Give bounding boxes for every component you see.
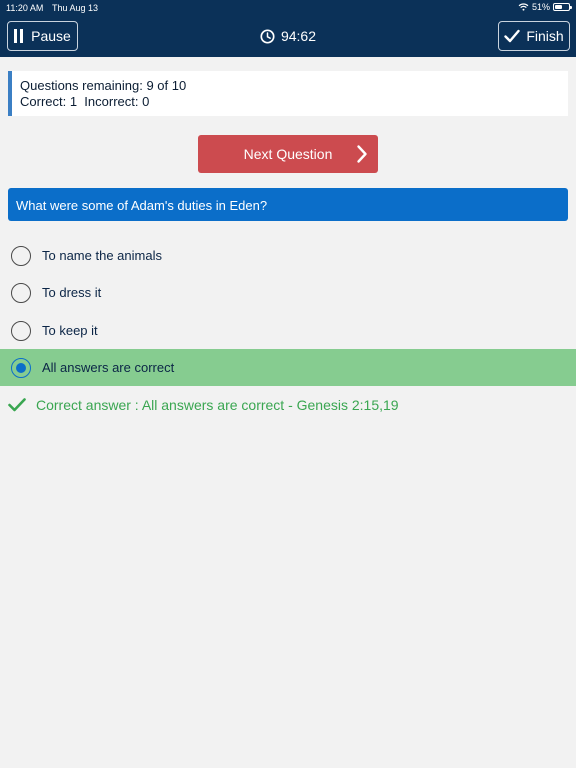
next-question-label: Next Question [243,146,333,162]
battery-icon [553,3,572,11]
radio-button[interactable] [11,246,31,266]
battery-percent: 51% [531,2,550,12]
timer-value: 94:62 [280,28,317,44]
timer: 94:62 [0,28,576,44]
battery-fill [555,5,562,9]
top-bar: 11:20 AM Thu Aug 13 51% Pause 94:62 Fini… [0,0,576,57]
answer-option[interactable]: To name the animals [0,237,576,274]
answer-option[interactable]: All answers are correct [0,349,576,386]
score-summary: Questions remaining: 9 of 10 Correct: 1 … [8,71,568,116]
questions-remaining: Questions remaining: 9 of 10 [20,78,187,93]
answer-label: To dress it [42,285,102,300]
feedback-text: Correct answer : All answers are correct… [36,397,399,413]
clock-icon [260,28,275,44]
status-time: 11:20 AM [6,3,44,13]
chevron-right-icon [357,145,367,163]
answer-label: To keep it [42,323,98,338]
score-tally: Correct: 1 Incorrect: 0 [20,94,150,109]
correct-answer-feedback: Correct answer : All answers are correct… [8,397,399,413]
finish-label: Finish [526,28,564,44]
radio-button[interactable] [11,358,31,378]
answer-option[interactable]: To keep it [0,312,576,349]
status-bar: 11:20 AM Thu Aug 13 51% [0,0,576,16]
wifi-icon [518,3,529,11]
answer-label: To name the animals [42,248,162,263]
answer-label: All answers are correct [42,360,175,375]
status-date: Thu Aug 13 [52,3,99,13]
answer-option[interactable]: To dress it [0,274,576,311]
finish-button[interactable]: Finish [498,21,570,51]
checkmark-icon [504,29,521,43]
question-text: What were some of Adam's duties in Eden? [16,198,268,213]
radio-button[interactable] [11,321,31,341]
next-question-button[interactable]: Next Question [198,135,378,173]
checkmark-icon [8,398,26,412]
question-banner: What were some of Adam's duties in Eden? [8,188,568,221]
radio-button[interactable] [11,283,31,303]
status-right: 51% [518,2,572,12]
